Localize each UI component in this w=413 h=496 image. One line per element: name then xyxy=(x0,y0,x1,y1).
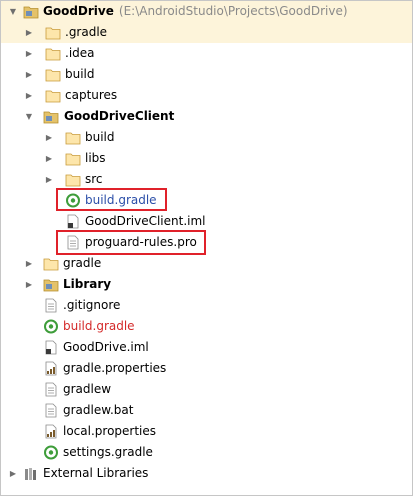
tree-item-gradle-folder[interactable]: ▶ gradle xyxy=(1,253,412,274)
folder-icon xyxy=(45,25,61,40)
properties-icon xyxy=(43,424,59,439)
tree-item-label: settings.gradle xyxy=(63,445,153,459)
chevron-right-icon[interactable]: ▶ xyxy=(43,169,55,190)
text-file-icon xyxy=(43,382,59,397)
iml-file-icon xyxy=(65,214,81,229)
tree-item-label: GoodDriveClient.iml xyxy=(85,214,206,228)
root-path: (E:\AndroidStudio\Projects\GoodDrive) xyxy=(118,4,348,18)
tree-item-label: src xyxy=(85,172,103,186)
tree-item-label: gradlew.bat xyxy=(63,403,134,417)
tree-item-label: captures xyxy=(65,88,118,102)
tree-item-label: libs xyxy=(85,151,106,165)
gradle-icon xyxy=(43,445,59,460)
tree-item-label: .idea xyxy=(65,46,95,60)
root-label: GoodDrive (E:\AndroidStudio\Projects\Good… xyxy=(43,4,348,18)
tree-item-label: gradle xyxy=(63,256,102,270)
chevron-right-icon[interactable]: ▶ xyxy=(7,463,19,484)
module-folder-icon xyxy=(43,109,59,124)
tree-item-gitignore[interactable]: .gitignore xyxy=(1,295,412,316)
tree-item-label: local.properties xyxy=(63,424,157,438)
chevron-right-icon[interactable]: ▶ xyxy=(23,43,35,64)
tree-item-build[interactable]: ▶ build xyxy=(1,64,412,85)
iml-file-icon xyxy=(43,340,59,355)
tree-item-library[interactable]: ▶ Library xyxy=(1,274,412,295)
chevron-right-icon[interactable]: ▶ xyxy=(43,127,55,148)
tree-item-label: build.gradle xyxy=(63,319,135,333)
tree-item-label: GoodDrive.iml xyxy=(63,340,149,354)
folder-icon xyxy=(45,67,61,82)
tree-item-captures[interactable]: ▶ captures xyxy=(1,85,412,106)
tree-item-idea[interactable]: ▶ .idea xyxy=(1,43,412,64)
tree-item-label: build xyxy=(65,67,95,81)
tree-item-dot-gradle[interactable]: ▶ .gradle xyxy=(1,22,412,43)
tree-item-gooddrive-iml[interactable]: GoodDrive.iml xyxy=(1,337,412,358)
tree-item-label: Library xyxy=(63,277,112,291)
tree-item-label: gradlew xyxy=(63,382,112,396)
project-tree-panel: ▼ GoodDrive (E:\AndroidStudio\Projects\Go… xyxy=(0,0,413,496)
chevron-right-icon[interactable]: ▶ xyxy=(23,22,35,43)
properties-icon xyxy=(43,361,59,376)
chevron-right-icon[interactable]: ▶ xyxy=(23,85,35,106)
tree-item-settings-gradle[interactable]: settings.gradle xyxy=(1,442,412,463)
gradle-icon xyxy=(43,319,59,334)
module-folder-icon xyxy=(43,277,59,292)
tree-item-gradlew[interactable]: gradlew xyxy=(1,379,412,400)
module-folder-icon xyxy=(23,4,39,19)
tree-item-gooddriveclient[interactable]: ▼ GoodDriveClient xyxy=(1,106,412,127)
tree-item-label: build xyxy=(85,130,115,144)
chevron-right-icon[interactable]: ▶ xyxy=(23,64,35,85)
text-file-icon xyxy=(43,298,59,313)
libraries-icon xyxy=(23,466,39,481)
tree-item-label: .gradle xyxy=(65,25,108,39)
folder-icon xyxy=(43,256,59,271)
tree-root-gooddrive[interactable]: ▼ GoodDrive (E:\AndroidStudio\Projects\Go… xyxy=(1,1,412,22)
folder-icon xyxy=(65,151,81,166)
folder-icon xyxy=(45,88,61,103)
tree-item-label: .gitignore xyxy=(63,298,121,312)
project-tree: ▼ GoodDrive (E:\AndroidStudio\Projects\Go… xyxy=(1,1,412,484)
tree-item-src[interactable]: ▶ src xyxy=(1,169,412,190)
chevron-down-icon[interactable]: ▼ xyxy=(23,106,35,127)
chevron-right-icon[interactable]: ▶ xyxy=(23,274,35,295)
tree-item-client-build[interactable]: ▶ build xyxy=(1,127,412,148)
tree-item-label: External Libraries xyxy=(43,466,149,480)
tree-item-client-iml[interactable]: GoodDriveClient.iml xyxy=(1,211,412,232)
tree-item-label: gradle.properties xyxy=(63,361,167,375)
chevron-down-icon[interactable]: ▼ xyxy=(7,1,19,22)
highlight-box-build-gradle xyxy=(56,188,167,211)
tree-item-libs[interactable]: ▶ libs xyxy=(1,148,412,169)
chevron-right-icon[interactable]: ▶ xyxy=(43,148,55,169)
folder-icon xyxy=(45,46,61,61)
tree-item-gradlew-bat[interactable]: gradlew.bat xyxy=(1,400,412,421)
highlight-box-proguard-rules xyxy=(56,230,206,255)
folder-icon xyxy=(65,172,81,187)
tree-item-local-properties[interactable]: local.properties xyxy=(1,421,412,442)
folder-icon xyxy=(65,130,81,145)
tree-item-root-build-gradle[interactable]: build.gradle xyxy=(1,316,412,337)
tree-item-gradle-properties[interactable]: gradle.properties xyxy=(1,358,412,379)
tree-item-external-libraries[interactable]: ▶ External Libraries xyxy=(1,463,412,484)
text-file-icon xyxy=(43,403,59,418)
chevron-right-icon[interactable]: ▶ xyxy=(23,253,35,274)
tree-item-label: GoodDriveClient xyxy=(64,109,175,123)
